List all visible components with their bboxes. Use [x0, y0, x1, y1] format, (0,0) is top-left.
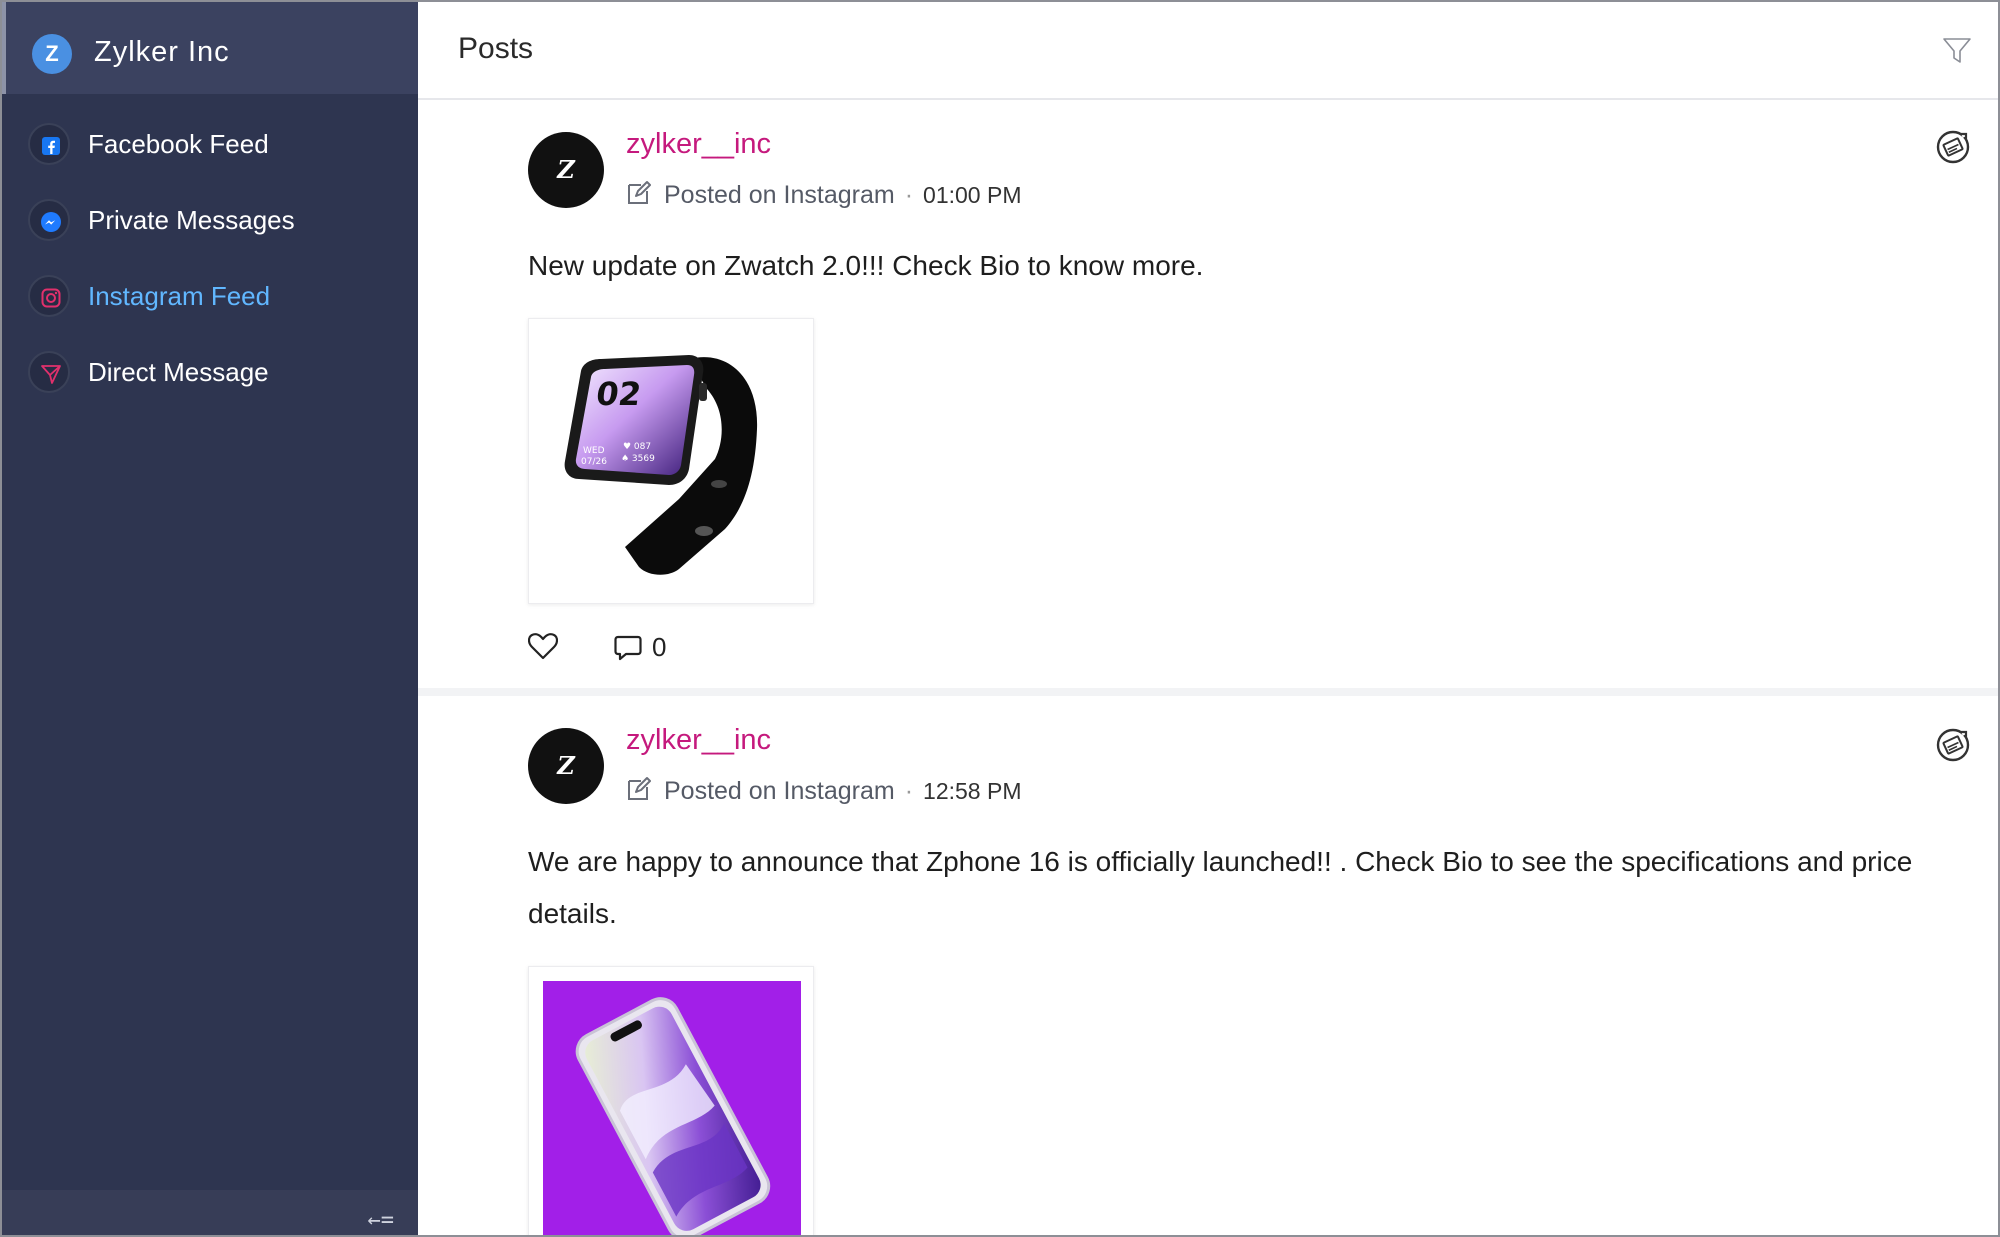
sidebar-item-private-messages[interactable]: Private Messages [2, 182, 418, 258]
org-avatar: Z [32, 34, 72, 74]
reply-action-icon[interactable] [1934, 128, 1972, 166]
svg-text:WED: WED [583, 446, 605, 456]
post-media[interactable] [528, 966, 814, 1235]
sidebar-footer: ←= [2, 1190, 418, 1235]
post-author[interactable]: zylker__inc [626, 724, 771, 757]
post-author[interactable]: zylker__inc [626, 128, 771, 161]
sidebar-item-instagram-feed[interactable]: Instagram Feed [2, 258, 418, 334]
org-name: Zylker Inc [94, 36, 230, 68]
smartwatch-image: 02 WED 07/26 ♥ 087 ♠ 3569 [564, 355, 758, 575]
facebook-icon [28, 123, 70, 165]
post-reactions: 0 [527, 632, 828, 669]
post-meta: Posted on Instagram · 01:00 PM [626, 180, 1021, 213]
sidebar-item-facebook-feed[interactable]: Facebook Feed [2, 106, 418, 182]
post-card: Z zylker__inc Posted on Instagram · 01:00 … [418, 102, 1998, 688]
messenger-icon [28, 199, 70, 241]
filter-icon[interactable] [1942, 36, 1972, 71]
svg-text:♥ 087: ♥ 087 [623, 442, 651, 452]
main-content: Posts Z zylker__inc Posted on Instagram ·… [418, 2, 1998, 1235]
sidebar-item-label: Facebook Feed [88, 129, 269, 159]
instagram-icon [28, 275, 70, 317]
post-time: 12:58 PM [923, 778, 1022, 805]
post-platform: Posted on Instagram [664, 777, 895, 806]
post-text: New update on Zwatch 2.0!!! Check Bio to… [528, 250, 1204, 281]
post-text: We are happy to announce that Zphone 16 … [528, 846, 1913, 929]
separator-dot: · [904, 777, 914, 806]
svg-text:02: 02 [594, 375, 644, 413]
svg-text:♠ 3569: ♠ 3569 [621, 454, 655, 464]
post-meta: Posted on Instagram · 12:58 PM [626, 776, 1021, 809]
post-time: 01:00 PM [923, 182, 1022, 209]
post-divider [418, 688, 1998, 696]
smartphone-image [543, 981, 801, 1235]
post-media[interactable]: 02 WED 07/26 ♥ 087 ♠ 3569 [528, 318, 814, 604]
sidebar-item-direct-message[interactable]: Direct Message [2, 334, 418, 410]
comment-count: 0 [652, 632, 667, 662]
post-card: Z zylker__inc Posted on Instagram · 12:58 … [418, 696, 1998, 1235]
sidebar: Z Zylker Inc Facebook Feed Private Messa… [2, 2, 418, 1235]
app-window: Z Zylker Inc Facebook Feed Private Messa… [0, 0, 2000, 1237]
page-title: Posts [458, 32, 534, 65]
post-platform: Posted on Instagram [664, 181, 895, 210]
heart-icon[interactable] [527, 632, 559, 667]
sidebar-item-label: Direct Message [88, 357, 269, 387]
svg-text:07/26: 07/26 [581, 457, 607, 467]
comment-icon[interactable] [614, 634, 642, 669]
header-bar: Posts [418, 2, 1998, 100]
avatar: Z [528, 132, 604, 208]
direct-message-icon [28, 351, 70, 393]
reply-action-icon[interactable] [1934, 726, 1972, 764]
compose-icon [626, 180, 652, 213]
avatar: Z [528, 728, 604, 804]
sidebar-item-label: Private Messages [88, 205, 295, 235]
collapse-sidebar-icon[interactable]: ←= [368, 1208, 395, 1233]
compose-icon [626, 776, 652, 809]
separator-dot: · [904, 181, 914, 210]
org-switcher[interactable]: Z Zylker Inc [2, 2, 418, 94]
sidebar-item-label: Instagram Feed [88, 281, 271, 311]
